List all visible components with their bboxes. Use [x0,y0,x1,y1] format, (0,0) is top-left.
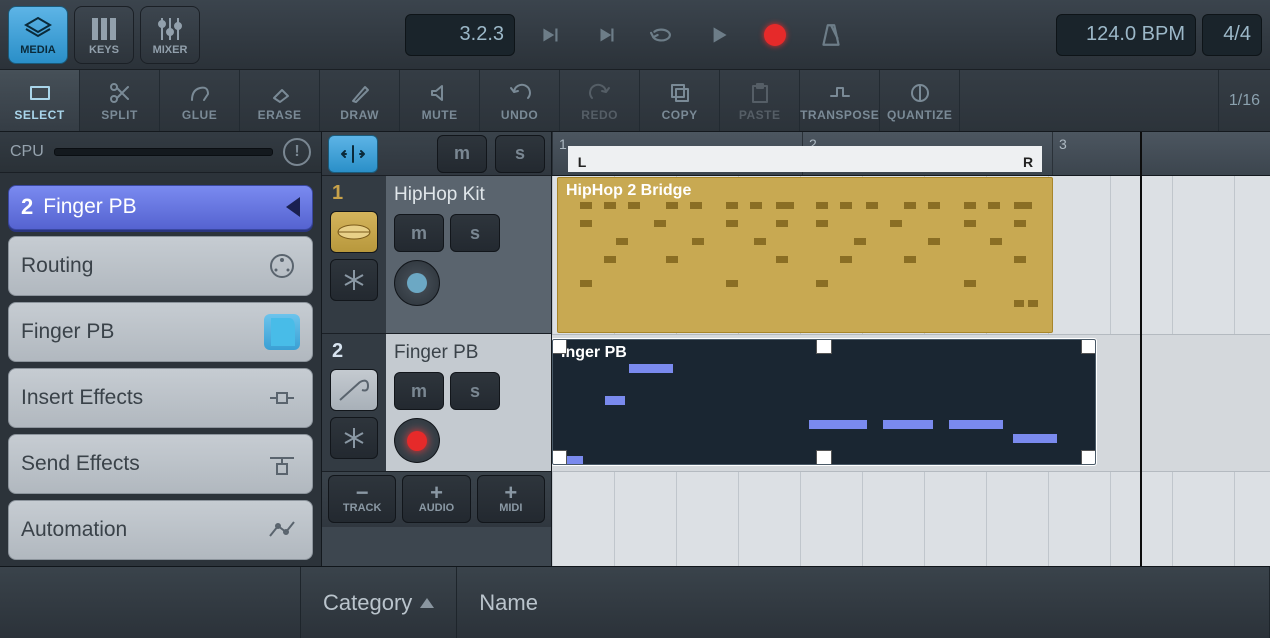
resize-handle[interactable] [816,450,832,465]
metronome-button[interactable] [811,15,851,55]
mute-button[interactable]: m [394,372,444,410]
solo-button[interactable]: s [450,214,500,252]
inspector-insert-effects[interactable]: Insert Effects [8,368,313,428]
channel-name: Finger PB [43,195,136,219]
cpu-label: CPU [10,143,44,161]
resize-handle[interactable] [816,339,832,354]
inspector-routing[interactable]: Routing [8,236,313,296]
sort-asc-icon [420,598,434,608]
snap-value[interactable]: 1/16 [1219,70,1270,131]
name-column-header[interactable]: Name [457,567,1270,638]
inspector-send-effects[interactable]: Send Effects [8,434,313,494]
tool-redo[interactable]: REDO [560,70,640,131]
tempo-display[interactable]: 124.0 BPM [1056,14,1196,56]
cpu-warning-icon[interactable]: ! [283,138,311,166]
position-display[interactable]: 3.2.3 [405,14,515,56]
inspector-sidebar: CPU ! 2 Finger PB RoutingFinger PBInsert… [0,132,322,566]
selected-channel-header[interactable]: 2 Finger PB [8,185,313,230]
freeze-icon[interactable] [330,259,378,301]
global-solo-button[interactable]: s [495,135,545,173]
main-tab-keys[interactable]: KEYS [74,6,134,64]
left-locator[interactable]: L [568,146,596,172]
solo-button[interactable]: s [450,372,500,410]
tool-split[interactable]: SPLIT [80,70,160,131]
cpu-meter [54,148,273,156]
tool-quantize[interactable]: QUANTIZE [880,70,960,131]
instrument-icon[interactable] [330,369,378,411]
resize-handle[interactable] [1081,450,1096,465]
main-area: CPU ! 2 Finger PB RoutingFinger PBInsert… [0,132,1270,566]
playhead[interactable] [1140,132,1142,566]
track-header-1[interactable]: 1HipHop Kitms [322,176,551,334]
clip-drum[interactable]: HipHop 2 Bridge [557,177,1053,333]
freeze-icon[interactable] [330,417,378,459]
resize-handle[interactable] [1081,339,1096,354]
channel-number: 2 [21,194,33,220]
tool-mute[interactable]: MUTE [400,70,480,131]
resize-handle[interactable] [552,450,567,465]
locator-range[interactable]: L R [568,146,1042,172]
tool-draw[interactable]: DRAW [320,70,400,131]
main-tab-mixer[interactable]: MIXER [140,6,200,64]
instrument-icon[interactable] [330,211,378,253]
bar-marker: 3 [1052,132,1073,175]
track-header-2[interactable]: 2Finger PBms [322,334,551,472]
edit-tools-row: SELECTSPLITGLUEERASEDRAWMUTEUNDOREDOCOPY… [0,70,1270,132]
tool-transpose[interactable]: TRANSPOSE [800,70,880,131]
go-to-end-button[interactable] [587,15,627,55]
track-split-icon[interactable] [328,135,378,173]
play-button[interactable] [699,15,739,55]
track-name[interactable]: Finger PB [394,342,543,364]
record-button[interactable] [755,15,795,55]
mute-button[interactable]: m [394,214,444,252]
record-enable-button[interactable] [394,418,440,463]
collapse-icon [286,197,300,217]
tool-copy[interactable]: COPY [640,70,720,131]
category-column-header[interactable]: Category [300,567,457,638]
tool-paste[interactable]: PASTE [720,70,800,131]
tool-erase[interactable]: ERASE [240,70,320,131]
add-audio-button[interactable]: +AUDIO [402,475,470,523]
main-tab-media[interactable]: MEDIA [8,6,68,64]
tool-undo[interactable]: UNDO [480,70,560,131]
top-toolbar: MEDIAKEYSMIXER 3.2.3 124.0 BPM 4/4 [0,0,1270,70]
arrange-area[interactable]: 123 L R HipHop 2 Bridge inger PB [552,132,1270,566]
time-signature-display[interactable]: 4/4 [1202,14,1262,56]
track-name[interactable]: HipHop Kit [394,184,543,206]
tool-select[interactable]: SELECT [0,70,80,131]
add-track-row: −TRACK +AUDIO +MIDI [322,472,551,527]
add-midi-button[interactable]: +MIDI [477,475,545,523]
remove-track-button[interactable]: −TRACK [328,475,396,523]
right-locator[interactable]: R [1014,146,1042,172]
record-enable-button[interactable] [394,260,440,306]
global-mute-button[interactable]: m [437,135,487,173]
timeline-ruler[interactable]: 123 L R [552,132,1270,176]
clip-bass[interactable]: inger PB [552,339,1096,465]
cpu-meter-row: CPU ! [0,132,321,173]
go-to-start-button[interactable] [531,15,571,55]
inspector-automation[interactable]: Automation [8,500,313,560]
track-headers: m s 1HipHop Kitms2Finger PBms −TRACK +AU… [322,132,552,566]
cycle-button[interactable] [643,15,683,55]
resize-handle[interactable] [552,339,567,354]
transport-group: 3.2.3 [206,14,1050,56]
media-browser-header: Category Name [0,566,1270,638]
inspector-finger-pb[interactable]: Finger PB [8,302,313,362]
tool-glue[interactable]: GLUE [160,70,240,131]
